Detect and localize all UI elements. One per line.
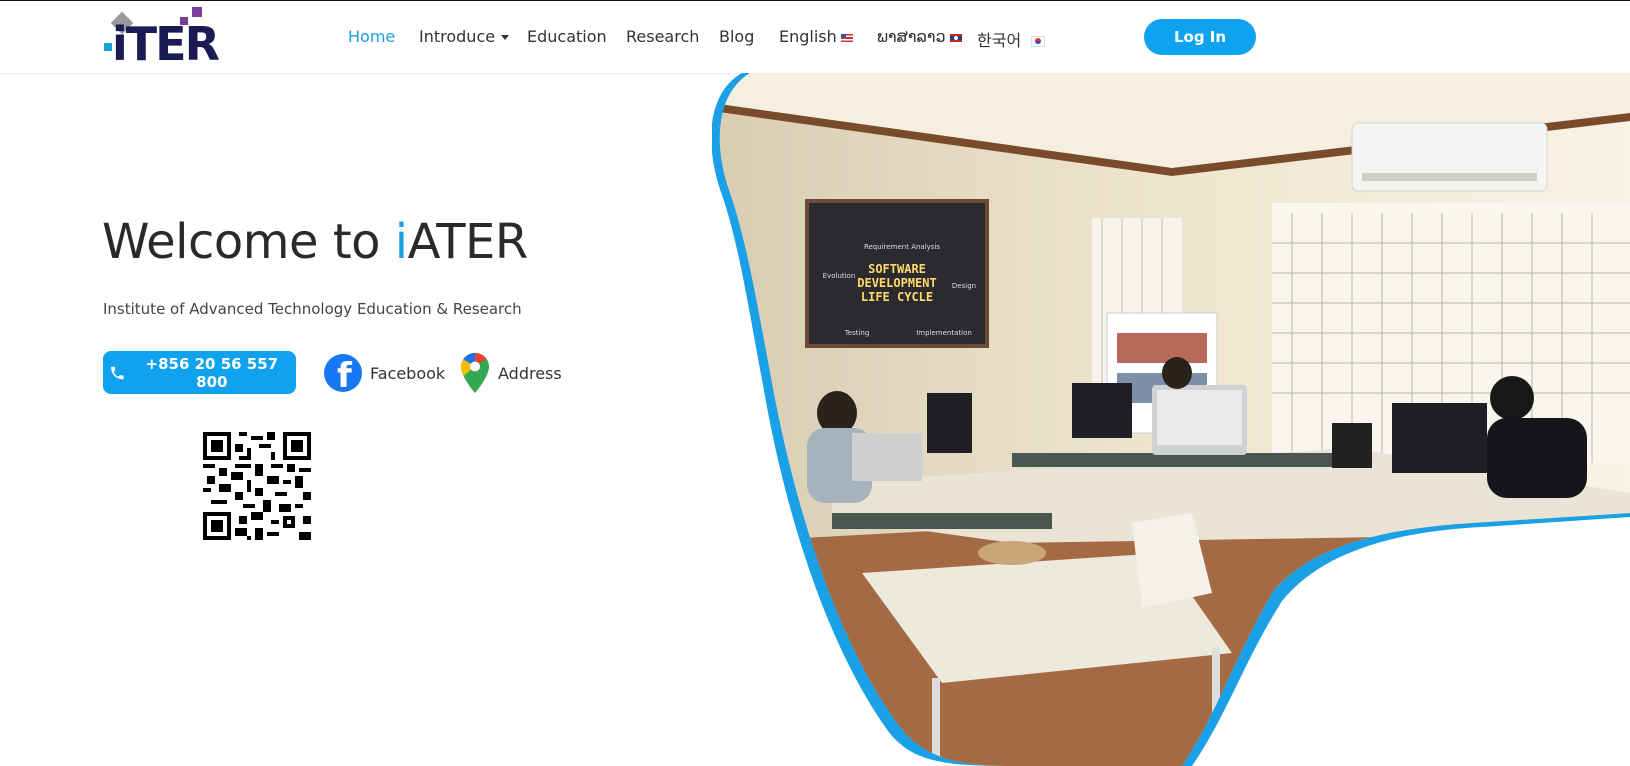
- nav-lao[interactable]: ພາສາລາວ: [877, 27, 962, 46]
- board-line-1: SOFTWARE: [868, 262, 926, 276]
- nav-education[interactable]: Education: [527, 27, 607, 46]
- board-label-design: Design: [952, 282, 976, 290]
- hero-subtitle: Institute of Advanced Technology Educati…: [103, 300, 522, 318]
- nav-lao-label: ພາສາລາວ: [877, 27, 946, 46]
- address-label: Address: [498, 363, 562, 383]
- hero-title-suffix: ATER: [407, 214, 529, 270]
- facebook-icon: f: [324, 354, 362, 392]
- korea-flag-icon: [1031, 36, 1046, 47]
- nav-introduce-label: Introduce: [419, 27, 496, 46]
- nav-introduce[interactable]: Introduce: [419, 27, 510, 46]
- logo-square-blue: [104, 43, 112, 51]
- board-label-evolution: Evolution: [823, 272, 856, 280]
- nav-research[interactable]: Research: [626, 27, 699, 46]
- board-line-2: DEVELOPMENT: [857, 276, 936, 290]
- facebook-link[interactable]: f Facebook: [324, 352, 445, 394]
- phone-icon: [111, 366, 124, 379]
- navbar: iTER Home Introduce Education Research B…: [0, 1, 1630, 74]
- phone-number: +856 20 56 557 800: [145, 354, 279, 391]
- site-logo[interactable]: iTER: [104, 3, 222, 73]
- board-line-3: LIFE CYCLE: [861, 290, 933, 304]
- us-flag-icon: [840, 33, 853, 42]
- hero-photo: SOFTWARE DEVELOPMENT LIFE CYCLE Requirem…: [712, 73, 1630, 766]
- hero-title: Welcome to iATER: [102, 214, 528, 270]
- hero-title-accent: i: [394, 214, 408, 270]
- nav-home[interactable]: Home: [348, 27, 395, 46]
- nav-korean[interactable]: 한국어: [977, 27, 1046, 51]
- board-label-requirement: Requirement Analysis: [864, 243, 940, 251]
- login-button[interactable]: Log In: [1144, 19, 1256, 55]
- logo-text: iTER: [112, 17, 220, 71]
- facebook-label: Facebook: [370, 363, 446, 383]
- caret-down-icon: [501, 35, 510, 40]
- map-pin-icon: [461, 353, 489, 393]
- logo-square-purple: [192, 7, 202, 17]
- board-label-implementation: Implementation: [916, 329, 972, 337]
- nav-korean-label: 한국어: [977, 31, 1022, 50]
- qr-code: [203, 432, 311, 540]
- hero-title-prefix: Welcome to: [102, 214, 395, 270]
- board-label-testing: Testing: [844, 329, 870, 337]
- phone-button[interactable]: +856 20 56 557 800: [103, 351, 296, 394]
- nav-english-label: English: [779, 27, 837, 46]
- laos-flag-icon: [949, 33, 962, 42]
- nav-english[interactable]: English: [779, 27, 853, 46]
- nav-blog[interactable]: Blog: [719, 27, 754, 46]
- address-link[interactable]: Address: [460, 352, 562, 394]
